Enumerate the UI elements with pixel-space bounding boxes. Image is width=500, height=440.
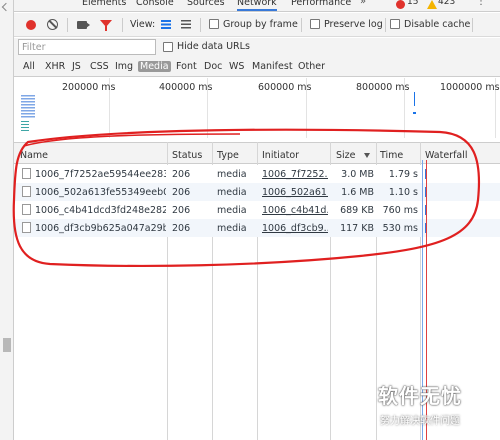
watermark-brand: 软件无忧 bbox=[378, 384, 462, 408]
annotation-overlay bbox=[12, 128, 481, 268]
annotation-stroke bbox=[23, 133, 241, 147]
annotation-circle bbox=[12, 128, 481, 268]
watermark-slogan: 努力解决软件问题 bbox=[380, 416, 460, 427]
site-watermark: 软件无忧 努力解决软件问题 bbox=[378, 380, 496, 436]
